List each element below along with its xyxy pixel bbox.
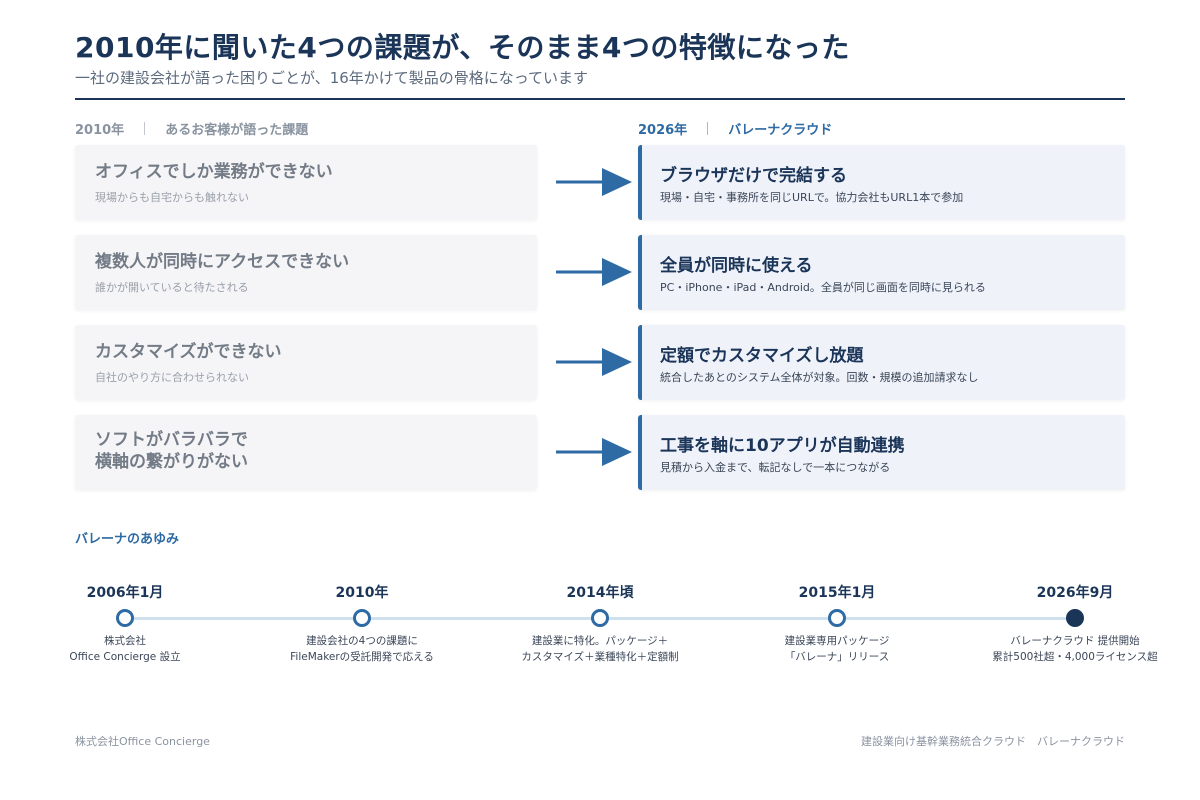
- timeline-year: 2015年1月: [798, 585, 876, 601]
- problem-title-line2: 横軸の繋がりがない: [95, 452, 248, 472]
- right-arrow-icon: [556, 348, 632, 376]
- timeline-desc: 建設業専用パッケージ 「バレーナ」リリース: [727, 633, 947, 665]
- timeline-desc-line: 株式会社: [104, 635, 146, 647]
- column-label-after: バレーナクラウド: [728, 123, 833, 138]
- right-arrow-icon: [556, 258, 632, 286]
- problem-desc: 誰かが開いていると待たされる: [95, 281, 249, 294]
- circle-dot-icon: [591, 609, 609, 627]
- timeline-desc: バレーナクラウド 提供開始 累計500社超・4,000ライセンス超: [965, 633, 1185, 665]
- timeline-desc: 建設会社の4つの課題に FileMakerの受託開発で応える: [252, 633, 472, 665]
- feature-desc: 統合したあとのシステム全体が対象。回数・規模の追加請求なし: [660, 371, 979, 384]
- problem-card: ソフトがバラバラで 横軸の繋がりがない: [75, 415, 537, 490]
- circle-dot-icon: [353, 609, 371, 627]
- feature-desc: PC・iPhone・iPad・Android。全員が同じ画面を同時に見られる: [660, 281, 986, 294]
- timeline-year: 2014年頃: [566, 585, 634, 601]
- timeline-desc-line: 累計500社超・4,000ライセンス超: [992, 651, 1158, 663]
- timeline-desc-line: 建設業専用パッケージ: [784, 635, 890, 647]
- problem-title: カスタマイズができない: [95, 342, 282, 362]
- timeline-desc: 株式会社 Office Concierge 設立: [15, 633, 235, 665]
- footer-company: 株式会社Office Concierge: [75, 735, 210, 748]
- timeline-desc-line: Office Concierge 設立: [69, 651, 181, 663]
- timeline-year: 2026年9月: [1036, 585, 1114, 601]
- feature-card: 工事を軸に10アプリが自動連携 見積から入金まで、転記なしで一本につながる: [638, 415, 1125, 490]
- column-label-before: あるお客様が語った課題: [165, 123, 309, 138]
- feature-desc: 見積から入金まで、転記なしで一本につながる: [660, 461, 891, 474]
- feature-title: 定額でカスタマイズし放題: [660, 346, 864, 366]
- feature-desc: 現場・自宅・事務所を同じURLで。協力会社もURL1本で参加: [660, 191, 964, 204]
- timeline-desc-line: カスタマイズ＋業種特化＋定額制: [521, 651, 679, 663]
- column-year-after: 2026年: [638, 123, 688, 138]
- problem-desc: 自社のやり方に合わせられない: [95, 371, 249, 384]
- column-header-before: 2010年 あるお客様が語った課題: [75, 119, 308, 138]
- timeline-year: 2010年: [335, 585, 389, 601]
- problem-desc: 現場からも自宅からも触れない: [95, 191, 249, 204]
- feature-title: ブラウザだけで完結する: [660, 166, 847, 186]
- header-divider: [75, 98, 1125, 100]
- column-separator: [707, 122, 709, 135]
- circle-dot-icon: [828, 609, 846, 627]
- feature-card: 定額でカスタマイズし放題 統合したあとのシステム全体が対象。回数・規模の追加請求…: [638, 325, 1125, 400]
- right-arrow-icon: [556, 168, 632, 196]
- feature-title: 全員が同時に使える: [660, 256, 813, 276]
- problem-card: 複数人が同時にアクセスできない 誰かが開いていると待たされる: [75, 235, 537, 310]
- timeline-desc: 建設業に特化。パッケージ＋ カスタマイズ＋業種特化＋定額制: [490, 633, 710, 665]
- problem-title: オフィスでしか業務ができない: [95, 162, 333, 182]
- footer-product: 建設業向け基幹業務統合クラウド バレーナクラウド: [861, 735, 1125, 748]
- timeline-desc-line: 建設業に特化。パッケージ＋: [531, 635, 669, 647]
- timeline-desc-line: 「バレーナ」リリース: [784, 651, 890, 663]
- page-title: 2010年に聞いた4つの課題が、そのまま4つの特徴になった: [75, 31, 850, 64]
- problem-card: カスタマイズができない 自社のやり方に合わせられない: [75, 325, 537, 400]
- timeline-desc-line: FileMakerの受託開発で応える: [290, 651, 434, 663]
- timeline-desc-line: バレーナクラウド 提供開始: [1010, 635, 1140, 647]
- column-header-after: 2026年 バレーナクラウド: [638, 119, 832, 138]
- right-arrow-icon: [556, 438, 632, 466]
- timeline-desc-line: 建設会社の4つの課題に: [306, 635, 418, 647]
- feature-card: 全員が同時に使える PC・iPhone・iPad・Android。全員が同じ画面…: [638, 235, 1125, 310]
- problem-title: 複数人が同時にアクセスできない: [95, 252, 350, 272]
- timeline-heading: バレーナのあゆみ: [75, 532, 180, 547]
- circle-dot-icon: [116, 609, 134, 627]
- circle-dot-icon: [1066, 609, 1084, 627]
- problem-card: オフィスでしか業務ができない 現場からも自宅からも触れない: [75, 145, 537, 220]
- timeline-year: 2006年1月: [86, 585, 164, 601]
- feature-card: ブラウザだけで完結する 現場・自宅・事務所を同じURLで。協力会社もURL1本で…: [638, 145, 1125, 220]
- page-subtitle: 一社の建設会社が語った困りごとが、16年かけて製品の骨格になっています: [75, 69, 589, 87]
- problem-title: ソフトがバラバラで: [95, 430, 248, 450]
- column-separator: [144, 122, 146, 135]
- feature-title: 工事を軸に10アプリが自動連携: [660, 436, 905, 456]
- column-year-before: 2010年: [75, 123, 125, 138]
